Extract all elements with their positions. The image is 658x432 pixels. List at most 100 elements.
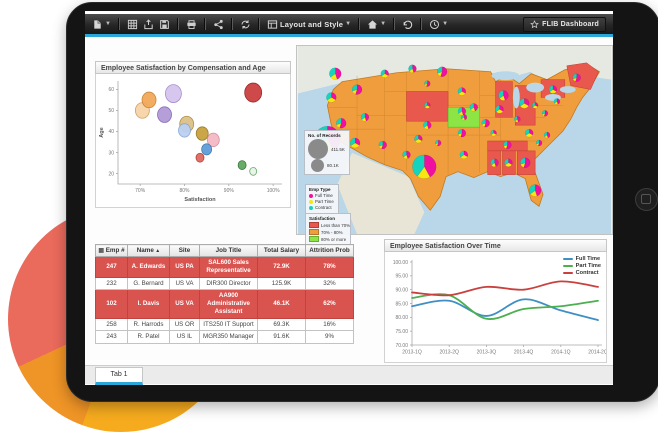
bubble-chart[interactable]: 70%80%90%100%2030405060SatisfactionAge — [96, 74, 290, 205]
table-cell-emp[interactable]: 232 — [96, 277, 128, 290]
table-header-cell[interactable]: Job Title — [200, 245, 258, 257]
table-cell-name[interactable]: A. Edwards — [128, 257, 170, 278]
table-cell-attrition[interactable]: 16% — [306, 318, 354, 331]
bubble-data-point[interactable] — [238, 161, 246, 170]
bubble-data-point[interactable] — [250, 167, 257, 175]
table-cell-job[interactable]: MGR350 Manager — [200, 331, 258, 344]
history-menu[interactable]: ▼ — [429, 19, 448, 30]
legend-label: Contract — [576, 270, 599, 276]
print-button[interactable] — [186, 19, 197, 30]
sort-ascending-icon: ▲ — [154, 248, 160, 254]
table-cell-salary[interactable]: 46.1K — [258, 290, 306, 318]
legend-entry: 70% - 80% — [309, 229, 347, 235]
bubble-data-point[interactable] — [196, 153, 204, 162]
table-cell-attrition[interactable]: 9% — [306, 331, 354, 344]
table-cell-salary[interactable]: 69.3K — [258, 318, 306, 331]
choropleth-legend-title: Satisfaction — [309, 216, 347, 221]
map-pie-legend: Emp Type Full TimePart TimeContract — [305, 184, 339, 214]
refresh-button[interactable] — [240, 19, 251, 30]
table-cell-job[interactable]: DIR300 Director — [200, 277, 258, 290]
save-button[interactable] — [159, 19, 170, 30]
line-series-full-time[interactable] — [412, 299, 598, 320]
table-cell-site[interactable]: US PA — [170, 257, 200, 278]
export-button[interactable] — [143, 19, 154, 30]
star-icon — [530, 20, 539, 29]
table-cell-job[interactable]: AA900 Administrative Assistant — [200, 290, 258, 318]
table-cell-name[interactable]: R. Harrods — [128, 318, 170, 331]
table-cell-attrition[interactable]: 62% — [306, 290, 354, 318]
employee-table[interactable]: ▦ Emp #Name ▲SiteJob TitleTotal SalaryAt… — [95, 244, 354, 344]
table-cell-emp[interactable]: 247 — [96, 257, 128, 278]
bubble-data-point[interactable] — [245, 83, 262, 102]
table-cell-attrition[interactable]: 78% — [306, 257, 354, 278]
svg-text:2014-1Q: 2014-1Q — [551, 350, 571, 356]
table-row[interactable]: 258R. HarrodsUS ORITS250 IT Support69.3K… — [96, 318, 354, 331]
table-header-cell[interactable]: ▦ Emp # — [96, 245, 128, 257]
tablet-home-button[interactable] — [635, 188, 658, 211]
table-cell-emp[interactable]: 102 — [96, 290, 128, 318]
svg-text:100%: 100% — [267, 188, 280, 194]
table-cell-salary[interactable]: 91.6K — [258, 331, 306, 344]
bubble-data-point[interactable] — [158, 107, 172, 123]
chevron-down-icon: ▼ — [380, 21, 386, 27]
line-series-part-time[interactable] — [412, 294, 598, 319]
undo-button[interactable] — [402, 19, 413, 30]
size-legend-large-circle — [308, 139, 328, 159]
table-cell-name[interactable]: R. Patel — [128, 331, 170, 344]
grid-view-button[interactable] — [127, 19, 138, 30]
bubble-data-point[interactable] — [202, 144, 212, 155]
table-cell-site[interactable]: US VA — [170, 277, 200, 290]
line-series-contract[interactable] — [412, 281, 598, 295]
legend-swatch — [309, 194, 313, 198]
table-row[interactable]: 247A. EdwardsUS PASAL600 Sales Represent… — [96, 257, 354, 278]
bubble-data-point[interactable] — [142, 92, 156, 108]
bubble-data-point[interactable] — [165, 85, 181, 103]
dashboard-bookmark-button[interactable]: FLIB Dashboard — [523, 17, 606, 32]
table-cell-salary[interactable]: 72.9K — [258, 257, 306, 278]
table-cell-name[interactable]: I. Davis — [128, 290, 170, 318]
geo-map-panel[interactable]: No. of Records 411.5K 80.1K Emp Type Ful… — [296, 45, 613, 235]
table-cell-name[interactable]: G. Bernard — [128, 277, 170, 290]
table-row[interactable]: 232G. BernardUS VADIR300 Director125.9K3… — [96, 277, 354, 290]
layout-and-style-menu[interactable]: Layout and Style ▼ — [267, 19, 351, 30]
table-cell-emp[interactable]: 243 — [96, 331, 128, 344]
bubble-chart-title: Employee Satisfaction by Compensation an… — [95, 61, 291, 74]
chevron-down-icon: ▼ — [105, 21, 111, 27]
legend-swatch — [309, 229, 319, 235]
table-header-cell[interactable]: Name ▲ — [128, 245, 170, 257]
table-cell-site[interactable]: US VA — [170, 290, 200, 318]
size-legend-small-circle — [311, 159, 324, 172]
legend-label: Full Time — [315, 193, 333, 198]
dashboard-canvas: Employee Satisfaction by Compensation an… — [85, 37, 613, 385]
table-cell-site[interactable]: US OR — [170, 318, 200, 331]
svg-text:75.00: 75.00 — [395, 329, 408, 335]
printer-icon — [186, 19, 197, 30]
table-cell-site[interactable]: US IL — [170, 331, 200, 344]
table-cell-salary[interactable]: 125.9K — [258, 277, 306, 290]
table-header-cell[interactable]: Attrition Prob — [306, 245, 354, 257]
tab-1[interactable]: Tab 1 — [95, 367, 143, 385]
new-document-button[interactable]: ▼ — [92, 19, 111, 30]
table-row[interactable]: 243R. PatelUS ILMGR350 Manager91.6K9% — [96, 331, 354, 344]
share-button[interactable] — [213, 19, 224, 30]
toolbar-divider — [118, 18, 120, 30]
table-cell-job[interactable]: SAL600 Sales Representative — [200, 257, 258, 278]
table-header-cell[interactable]: Site — [170, 245, 200, 257]
layout-icon — [267, 19, 278, 30]
bubble-data-point[interactable] — [196, 127, 208, 140]
home-icon — [367, 19, 378, 30]
line-chart-panel: Employee Satisfaction Over Time 100.0095… — [384, 239, 607, 363]
bubble-data-point[interactable] — [178, 124, 190, 137]
svg-text:70.00: 70.00 — [395, 343, 408, 349]
table-header-cell[interactable]: Total Salary — [258, 245, 306, 257]
legend-entry: 80% or more — [309, 236, 347, 242]
desktop-background: ▼ — [0, 0, 658, 404]
table-cell-emp[interactable]: 258 — [96, 318, 128, 331]
table-header-row[interactable]: ▦ Emp #Name ▲SiteJob TitleTotal SalaryAt… — [96, 245, 354, 257]
table-cell-attrition[interactable]: 32% — [306, 277, 354, 290]
save-icon — [159, 19, 170, 30]
home-menu[interactable]: ▼ — [367, 19, 386, 30]
table-row[interactable]: 102I. DavisUS VAAA900 Administrative Ass… — [96, 290, 354, 318]
svg-text:90.00: 90.00 — [395, 287, 408, 293]
table-cell-job[interactable]: ITS250 IT Support — [200, 318, 258, 331]
